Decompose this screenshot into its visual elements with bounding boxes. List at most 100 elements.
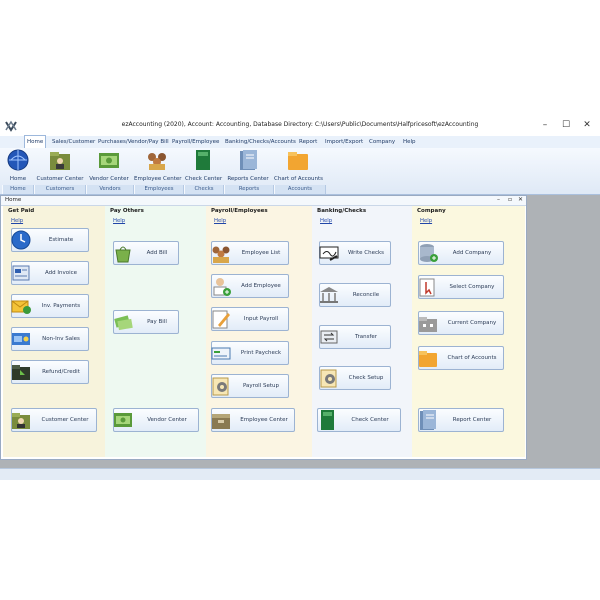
menu-purchases-vendor[interactable]: Purchases/Vendor/Pay Bill (98, 136, 169, 148)
ribbon-group-checks: Checks (184, 185, 224, 194)
menu-payroll-employee[interactable]: Payroll/Employee (172, 136, 219, 148)
ribbon-group-home: Home (2, 185, 34, 194)
menu-sales-customer[interactable]: Sales/Customer (52, 136, 95, 148)
checkbook-icon (196, 150, 210, 170)
help-link[interactable]: Help (11, 218, 23, 224)
home-globe-icon (7, 149, 29, 171)
invoice-icon (12, 265, 30, 281)
child-restore-button[interactable]: ▫ (508, 196, 512, 203)
bill-bag-icon (115, 246, 131, 263)
checkbook-icon (321, 410, 334, 430)
mdi-workspace: Home – ▫ ✕ Get Paid Help Estimate Add In… (0, 195, 600, 479)
menu-help[interactable]: Help (403, 136, 416, 148)
select-company-button[interactable]: Select Company (418, 275, 504, 299)
status-bar (0, 468, 600, 480)
non-invoice-sales-button[interactable]: Non-Inv Sales (11, 327, 89, 351)
app-window: ezAccounting (2020), Account: Accounting… (0, 116, 600, 480)
menu-banking-checks[interactable]: Banking/Checks/Accounts (225, 136, 296, 148)
pay-bill-button[interactable]: Pay Bill (113, 310, 179, 334)
pay-money-icon (114, 315, 133, 331)
add-invoice-button[interactable]: Add Invoice (11, 261, 89, 285)
ribbon-customer-center-button[interactable]: Customer Center (36, 149, 84, 184)
chart-of-accounts-button[interactable]: Chart of Accounts (418, 346, 504, 370)
child-title-bar: Home – ▫ ✕ (1, 196, 526, 206)
employee-center-button[interactable]: Employee Center (211, 408, 295, 432)
customer-folder-icon (12, 413, 30, 429)
child-minimize-button[interactable]: – (497, 196, 500, 203)
select-file-icon (419, 278, 435, 297)
reconcile-button[interactable]: Reconcile (319, 283, 391, 307)
ribbon-employee-center-button[interactable]: Employee Center (134, 149, 182, 184)
ribbon-group-customers: Customers (34, 185, 86, 194)
ribbon-group-reports: Reports (224, 185, 274, 194)
employee-box-icon (212, 414, 230, 429)
column-heading: Get Paid (8, 208, 35, 214)
ribbon-vendor-center-button[interactable]: Vendor Center (87, 149, 131, 184)
vendor-center-button[interactable]: Vendor Center (113, 408, 199, 432)
child-close-button[interactable]: ✕ (518, 196, 523, 203)
employee-list-button[interactable]: Employee List (211, 241, 289, 265)
company-building-icon (419, 317, 437, 332)
ribbon-check-center-button[interactable]: Check Center (185, 149, 222, 184)
employees-group-icon (148, 153, 166, 170)
customer-center-button[interactable]: Customer Center (11, 408, 97, 432)
add-bill-button[interactable]: Add Bill (113, 241, 179, 265)
paycheck-icon (211, 347, 231, 360)
vendor-money-icon (114, 413, 132, 427)
home-child-window: Home – ▫ ✕ Get Paid Help Estimate Add In… (0, 195, 527, 460)
current-company-button[interactable]: Current Company (418, 311, 504, 335)
accounts-folder-icon (288, 152, 308, 170)
menu-company[interactable]: Company (369, 136, 395, 148)
estimate-button[interactable]: Estimate (11, 228, 89, 252)
help-link[interactable]: Help (113, 218, 125, 224)
invoice-payments-button[interactable]: Inv. Payments (11, 294, 89, 318)
refund-credit-button[interactable]: Refund/Credit (11, 360, 89, 384)
column-company: Company Help Add Company Select Company … (412, 206, 525, 457)
employees-group-icon (212, 246, 230, 263)
column-heading: Banking/Checks (317, 208, 367, 214)
minimize-button[interactable]: – (535, 118, 555, 132)
write-checks-button[interactable]: Write Checks (319, 241, 391, 265)
menu-home[interactable]: Home (24, 135, 47, 149)
ribbon-home-button[interactable]: Home (4, 149, 32, 184)
ribbon-group-employees: Employees (134, 185, 184, 194)
title-bar: ezAccounting (2020), Account: Accounting… (0, 116, 600, 136)
child-title: Home (5, 197, 22, 203)
sales-register-icon (12, 333, 30, 345)
column-heading: Pay Others (110, 208, 144, 214)
column-heading: Payroll/Employees (211, 208, 268, 214)
bank-building-icon (320, 287, 338, 303)
report-center-button[interactable]: Report Center (418, 408, 504, 432)
refund-folder-icon (12, 365, 30, 380)
reports-binder-icon (240, 150, 257, 170)
transfer-arrows-icon (320, 330, 338, 344)
column-get-paid: Get Paid Help Estimate Add Invoice Inv. … (3, 206, 105, 457)
payroll-setup-button[interactable]: Payroll Setup (211, 374, 289, 398)
close-button[interactable]: ✕ (577, 118, 597, 132)
help-link[interactable]: Help (420, 218, 432, 224)
help-link[interactable]: Help (214, 218, 226, 224)
menu-import-export[interactable]: Import/Export (325, 136, 363, 148)
reports-binder-icon (420, 410, 436, 430)
check-setup-button[interactable]: Check Setup (319, 366, 391, 390)
transfer-button[interactable]: Transfer (319, 325, 391, 349)
setup-gear-icon (320, 369, 337, 388)
add-employee-button[interactable]: Add Employee (211, 274, 289, 298)
help-link[interactable]: Help (320, 218, 332, 224)
setup-gear-icon (212, 377, 229, 396)
menu-report[interactable]: Report (299, 136, 317, 148)
column-banking-checks: Banking/Checks Help Write Checks Reconci… (312, 206, 412, 457)
accounts-folder-icon (419, 351, 437, 367)
add-company-button[interactable]: Add Company (418, 241, 504, 265)
ribbon-reports-center-button[interactable]: Reports Center (226, 149, 270, 184)
ribbon-group-accounts: Accounts (274, 185, 326, 194)
ribbon-group-vendors: Vendors (86, 185, 134, 194)
ribbon-chart-of-accounts-button[interactable]: Chart of Accounts (274, 149, 323, 184)
column-heading: Company (417, 208, 446, 214)
maximize-button[interactable]: ☐ (556, 118, 576, 132)
check-center-button[interactable]: Check Center (317, 408, 401, 432)
input-payroll-button[interactable]: Input Payroll (211, 307, 289, 331)
print-paycheck-button[interactable]: Print Paycheck (211, 341, 289, 365)
ribbon-toolbar: Home Customer Center Vendor Center Emplo… (0, 148, 600, 195)
vendor-money-icon (99, 153, 119, 168)
